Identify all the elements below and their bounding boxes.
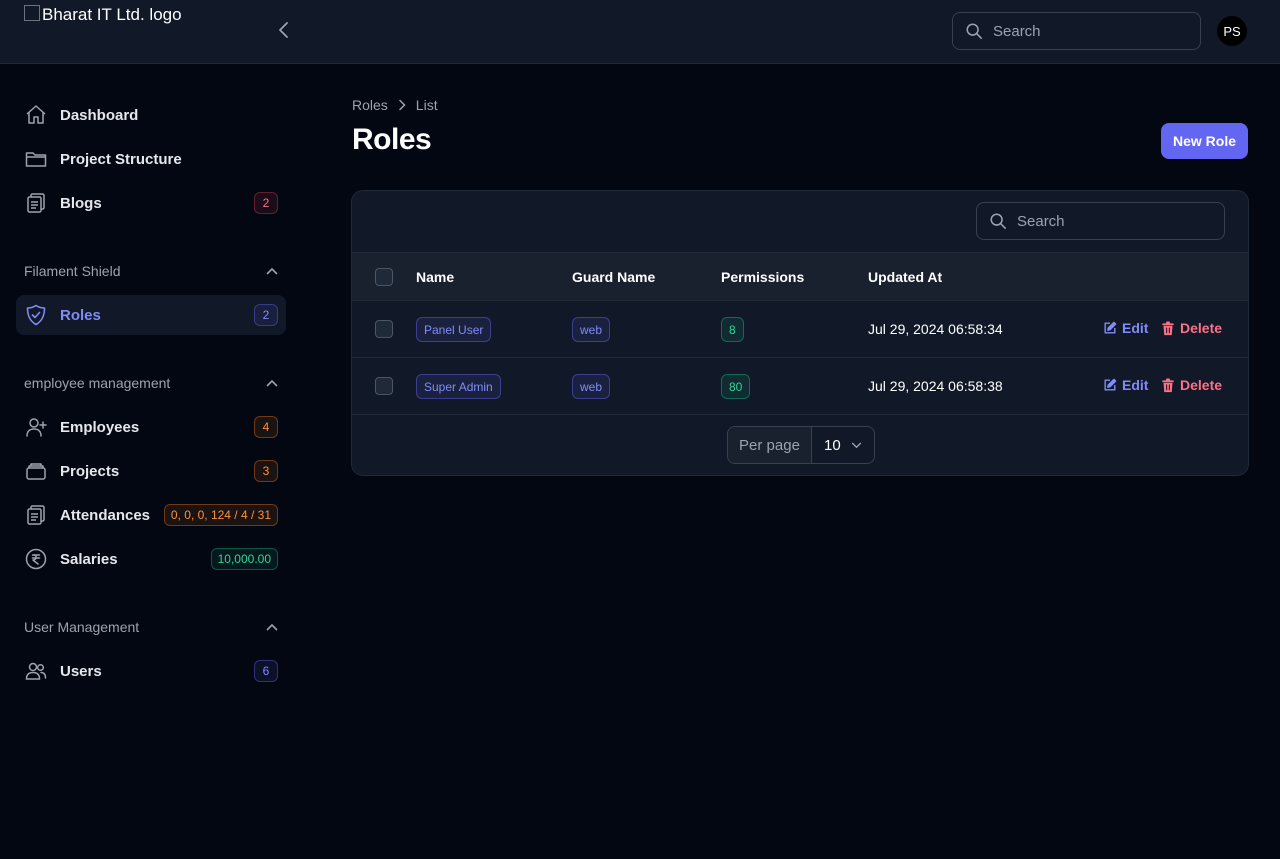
- guard-name-badge: web: [572, 374, 611, 399]
- sidebar-item-employees[interactable]: Employees 4: [16, 407, 286, 447]
- updated-at-cell: Jul 29, 2024 06:58:34: [868, 321, 1003, 337]
- attendance-summary-badge: 0, 0, 0, 124 / 4 / 31: [163, 504, 278, 526]
- new-role-button[interactable]: New Role: [1161, 123, 1248, 159]
- column-header-updated-at[interactable]: Updated At: [868, 269, 942, 285]
- sidebar-item-label: Users: [60, 662, 102, 680]
- clipboard-icon: [24, 503, 48, 527]
- broken-image-icon: [24, 5, 40, 21]
- sidebar-item-label: Project Structure: [60, 150, 182, 168]
- sidebar-item-roles[interactable]: Roles 2: [16, 295, 286, 335]
- role-name-badge: Super Admin: [416, 374, 501, 399]
- collapse-sidebar-button[interactable]: [274, 20, 294, 40]
- chevron-up-icon: [266, 623, 278, 631]
- sidebar-item-project-structure[interactable]: Project Structure: [16, 139, 286, 179]
- breadcrumb-list: List: [415, 97, 438, 113]
- group-label: Filament Shield: [24, 263, 121, 279]
- sidebar-item-label: Dashboard: [60, 106, 139, 124]
- updated-at-cell: Jul 29, 2024 06:58:38: [868, 378, 1003, 394]
- delete-label: Delete: [1180, 377, 1223, 393]
- permissions-count-badge: 8: [721, 317, 744, 342]
- sidebar-item-blogs[interactable]: Blogs 2: [16, 183, 286, 223]
- edit-button[interactable]: Edit: [1103, 377, 1148, 393]
- global-search-input[interactable]: [993, 22, 1173, 40]
- sidebar: Dashboard Project Structure Blogs 2 Fila…: [0, 64, 304, 859]
- amount-badge: 10,000.00: [210, 548, 278, 570]
- logo-alt-text: Bharat IT Ltd. logo: [42, 5, 182, 24]
- clipboard-icon: [24, 191, 48, 215]
- edit-label: Edit: [1122, 377, 1149, 393]
- logo[interactable]: Bharat IT Ltd. logo: [24, 5, 182, 25]
- chevron-right-icon: [398, 99, 406, 111]
- edit-button[interactable]: Edit: [1103, 320, 1148, 336]
- chevron-left-icon: [279, 22, 288, 38]
- rupee-icon: [24, 547, 48, 571]
- select-all-checkbox[interactable]: [375, 268, 393, 286]
- per-page-control: Per page 10: [727, 426, 875, 464]
- group-label: User Management: [24, 619, 140, 635]
- row-checkbox[interactable]: [375, 377, 393, 395]
- table-header: Name Guard Name Permissions Updated At: [352, 252, 1248, 301]
- sidebar-item-label: Salaries: [60, 550, 118, 568]
- count-badge: 4: [254, 416, 278, 438]
- chevron-up-icon: [266, 267, 278, 275]
- search-icon: [966, 23, 982, 39]
- page-title: Roles: [352, 123, 432, 156]
- trash-icon: [1162, 377, 1174, 392]
- edit-label: Edit: [1122, 320, 1149, 336]
- sidebar-item-label: Employees: [60, 418, 140, 436]
- chevron-up-icon: [266, 379, 278, 387]
- count-badge: 3: [254, 460, 278, 482]
- shield-check-icon: [24, 303, 48, 327]
- per-page-label: Per page: [728, 427, 812, 463]
- per-page-value: 10: [824, 436, 841, 454]
- group-employee-management[interactable]: employee management: [24, 373, 278, 393]
- count-badge: 6: [254, 660, 278, 682]
- sidebar-item-label: Attendances: [60, 506, 151, 524]
- column-header-guard-name[interactable]: Guard Name: [572, 269, 655, 285]
- chevron-down-icon: [851, 442, 862, 448]
- table-row[interactable]: Panel User web 8 Jul 29, 2024 06:58:34 E…: [352, 301, 1248, 358]
- guard-name-badge: web: [572, 317, 611, 342]
- group-label: employee management: [24, 375, 171, 391]
- users-icon: [24, 659, 48, 683]
- pencil-square-icon: [1104, 321, 1117, 334]
- table-search-input[interactable]: [1017, 212, 1197, 230]
- table-row[interactable]: Super Admin web 80 Jul 29, 2024 06:58:38…: [352, 358, 1248, 415]
- row-checkbox[interactable]: [375, 320, 393, 338]
- sidebar-item-salaries[interactable]: Salaries 10,000.00: [16, 539, 286, 579]
- sidebar-item-attendances[interactable]: Attendances 0, 0, 0, 124 / 4 / 31: [16, 495, 286, 535]
- delete-button[interactable]: Delete: [1161, 320, 1222, 336]
- sidebar-item-label: Blogs: [60, 194, 102, 212]
- user-avatar[interactable]: PS: [1216, 15, 1248, 47]
- group-filament-shield[interactable]: Filament Shield: [24, 261, 278, 281]
- archive-box-icon: [24, 459, 48, 483]
- sidebar-item-label: Projects: [60, 462, 120, 480]
- user-plus-icon: [24, 415, 48, 439]
- top-bar: Bharat IT Ltd. logo PS: [0, 0, 1280, 64]
- sidebar-item-projects[interactable]: Projects 3: [16, 451, 286, 491]
- sidebar-item-dashboard[interactable]: Dashboard: [16, 95, 286, 135]
- table-search[interactable]: [976, 202, 1225, 240]
- count-badge: 2: [254, 192, 278, 214]
- delete-label: Delete: [1180, 320, 1223, 336]
- trash-icon: [1162, 320, 1174, 335]
- roles-table-card: Name Guard Name Permissions Updated At P…: [351, 190, 1249, 476]
- breadcrumb: Roles List: [352, 96, 438, 114]
- folder-icon: [24, 147, 48, 171]
- role-name-badge: Panel User: [416, 317, 492, 342]
- column-header-name[interactable]: Name: [416, 269, 454, 285]
- group-user-management[interactable]: User Management: [24, 617, 278, 637]
- delete-button[interactable]: Delete: [1161, 377, 1222, 393]
- sidebar-item-label: Roles: [60, 306, 101, 324]
- sidebar-item-users[interactable]: Users 6: [16, 651, 286, 691]
- breadcrumb-roles[interactable]: Roles: [352, 97, 388, 113]
- count-badge: 2: [254, 304, 278, 326]
- column-header-permissions[interactable]: Permissions: [721, 269, 804, 285]
- per-page-select[interactable]: 10: [812, 437, 874, 454]
- search-icon: [990, 213, 1006, 229]
- global-search[interactable]: [952, 12, 1201, 50]
- permissions-count-badge: 80: [721, 374, 751, 399]
- home-icon: [24, 103, 48, 127]
- pencil-square-icon: [1104, 378, 1117, 391]
